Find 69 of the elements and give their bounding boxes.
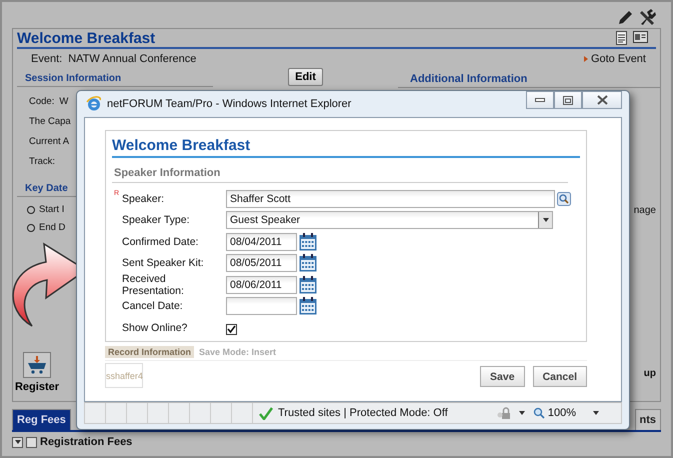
speaker-field[interactable]: Shaffer Scott	[226, 190, 555, 208]
goto-event-link[interactable]: Goto Event	[590, 53, 646, 65]
clock-icon	[27, 224, 35, 232]
action-label[interactable]: up	[644, 368, 660, 379]
minimize-button[interactable]	[526, 91, 554, 109]
date-field[interactable]	[226, 297, 297, 316]
date-label: Start I	[39, 204, 64, 215]
date-field[interactable]: 08/04/2011	[226, 232, 297, 251]
calendar-icon[interactable]	[299, 254, 317, 272]
field-label: Confirmed Date:	[122, 236, 198, 248]
field-label: Show Online?	[122, 322, 188, 334]
maximize-button[interactable]	[554, 91, 582, 109]
save-mode-text: Save Mode: Insert	[199, 347, 276, 357]
cart-icon	[27, 356, 47, 374]
manage-link[interactable]: nage	[634, 205, 660, 216]
zoom-icon[interactable]	[532, 407, 545, 419]
caret-icon[interactable]	[593, 411, 599, 415]
maximize-icon	[563, 96, 573, 104]
tab[interactable]: nts	[634, 409, 661, 430]
record-title: Welcome Breakfast	[17, 30, 156, 46]
browser-icon	[86, 96, 102, 112]
section-heading: Session Information	[17, 69, 213, 87]
event-label: Event:	[31, 53, 62, 65]
dropdown-icon[interactable]	[12, 436, 23, 448]
register-button[interactable]: Register	[15, 352, 59, 393]
field-label: Received Presentation:	[122, 272, 184, 297]
section-heading: Speaker Information	[112, 164, 568, 183]
check-icon	[259, 406, 273, 420]
edit-button[interactable]: Edit	[288, 68, 323, 86]
event-name: NATW Annual Conference	[68, 53, 196, 65]
close-icon	[596, 95, 608, 105]
zoom-level[interactable]: 100%	[548, 407, 576, 419]
speaker-type-dropdown[interactable]: Guest Speaker	[226, 211, 553, 230]
clock-icon	[27, 206, 35, 214]
arrow-icon	[584, 56, 588, 62]
field-label: Sent Speaker Kit:	[122, 257, 204, 270]
dialog-button[interactable]: Cancel	[532, 366, 587, 387]
form-heading: Welcome Breakfast	[112, 137, 580, 158]
security-status: Trusted sites | Protected Mode: Off	[278, 407, 448, 419]
field-label: Speaker Type:	[122, 214, 190, 226]
date-field[interactable]: 08/06/2011	[226, 276, 297, 294]
pencil-icon[interactable]	[617, 10, 633, 26]
document-icon[interactable]	[616, 31, 627, 45]
field-label: Current A	[29, 136, 70, 147]
minimize-icon	[535, 98, 545, 102]
search-icon[interactable]	[557, 192, 571, 206]
calendar-icon[interactable]	[299, 276, 317, 294]
caret-icon[interactable]	[518, 411, 525, 415]
tab[interactable]: Reg Fees	[12, 409, 71, 430]
field-label: The Capa	[29, 116, 71, 127]
section-heading: Additional Information	[398, 69, 660, 88]
calendar-icon[interactable]	[299, 232, 317, 251]
panel-title: Registration Fees	[40, 436, 132, 448]
field-value: W	[59, 96, 68, 107]
tools-icon[interactable]	[639, 8, 657, 26]
record-info-label: Record Information	[105, 346, 194, 358]
window-title: netFORUM Team/Pro - Windows Internet Explorer	[107, 98, 352, 110]
field-label: Code:	[29, 96, 54, 107]
field-label: Track:	[29, 156, 56, 167]
close-button[interactable]	[582, 91, 622, 109]
checkbox[interactable]	[226, 324, 237, 336]
field-label: Cancel Date:	[122, 300, 183, 312]
id-card-icon[interactable]	[633, 31, 648, 43]
window-icon[interactable]	[26, 436, 37, 448]
date-label: End D	[39, 222, 66, 233]
date-field[interactable]: 08/05/2011	[226, 254, 297, 272]
calendar-icon[interactable]	[299, 297, 317, 316]
dialog-button[interactable]: Save	[480, 366, 525, 387]
user-name: sshaffer4	[105, 363, 143, 388]
